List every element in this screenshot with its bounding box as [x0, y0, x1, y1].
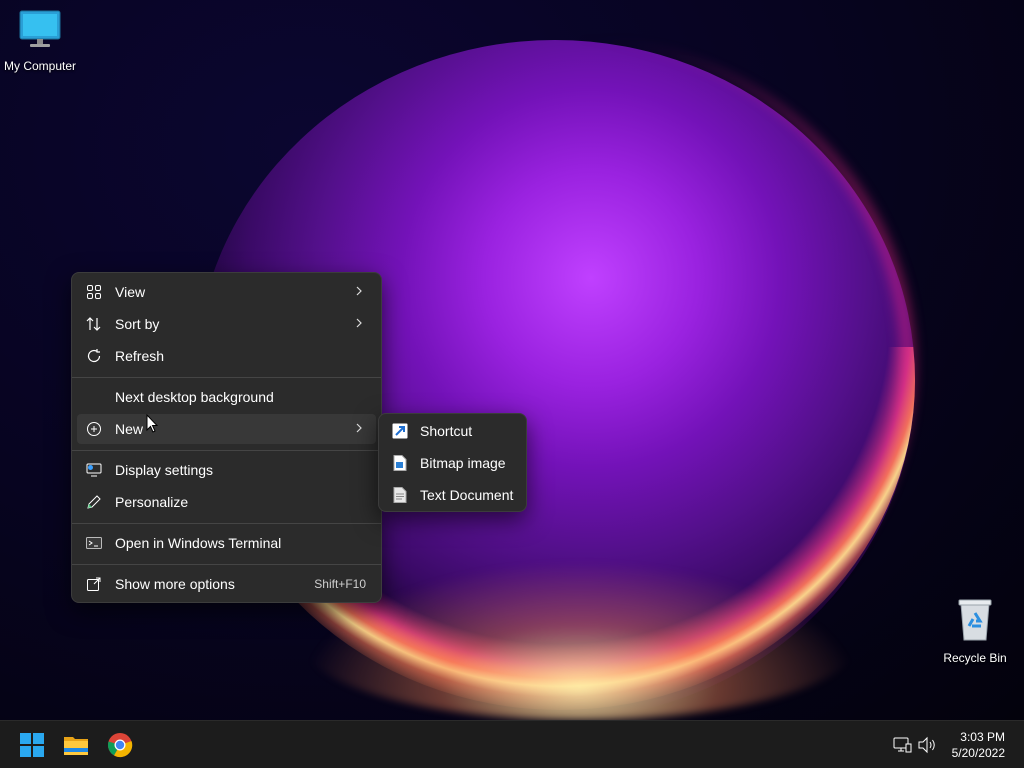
pen-icon — [87, 495, 101, 509]
submenu-item-label: Shortcut — [420, 423, 473, 439]
view-grid-icon — [87, 285, 101, 299]
desktop-icon-label: Recycle Bin — [943, 651, 1007, 665]
menu-item-label: Sort by — [115, 316, 160, 332]
display-settings-icon — [86, 463, 102, 477]
bitmap-file-icon — [393, 455, 407, 471]
submenu-item-shortcut[interactable]: Shortcut — [384, 416, 521, 446]
menu-item-next-background[interactable]: Next desktop background — [77, 382, 376, 412]
chrome-button[interactable] — [104, 729, 136, 761]
menu-item-label: Display settings — [115, 462, 214, 478]
chevron-right-icon — [356, 423, 362, 433]
menu-item-refresh[interactable]: Refresh — [77, 341, 376, 371]
chrome-icon — [107, 733, 133, 758]
shortcut-icon — [392, 423, 408, 439]
submenu-item-label: Text Document — [420, 487, 514, 503]
text-file-icon — [393, 487, 407, 503]
new-submenu: Shortcut Bitmap image Text Document — [378, 413, 527, 512]
start-button[interactable] — [16, 729, 48, 761]
submenu-item-label: Bitmap image — [420, 455, 506, 471]
desktop[interactable]: My Computer Recycle Bin View Sort by Ref… — [0, 0, 1024, 720]
menu-item-open-terminal[interactable]: Open in Windows Terminal — [77, 528, 376, 558]
menu-item-sort-by[interactable]: Sort by — [77, 309, 376, 339]
clock-time: 3:03 PM — [960, 730, 1005, 744]
submenu-item-bitmap[interactable]: Bitmap image — [384, 448, 521, 478]
mouse-cursor-icon — [146, 414, 158, 433]
file-explorer-icon — [64, 737, 88, 755]
sort-icon — [86, 317, 101, 331]
file-explorer-button[interactable] — [60, 729, 92, 761]
desktop-icon-my-computer[interactable]: My Computer — [0, 10, 80, 73]
menu-separator — [72, 523, 381, 524]
menu-item-label: Personalize — [115, 494, 189, 510]
add-circle-icon — [87, 422, 101, 436]
desktop-context-menu: View Sort by Refresh Next desktop backgr… — [71, 272, 382, 603]
menu-item-label: Next desktop background — [115, 389, 274, 405]
clock-date: 5/20/2022 — [951, 746, 1005, 760]
monitor-icon — [19, 10, 61, 47]
menu-separator — [72, 450, 381, 451]
menu-item-label: New — [115, 421, 144, 437]
taskbar: 3:03 PM 5/20/2022 — [0, 720, 1024, 768]
menu-separator — [72, 564, 381, 565]
submenu-item-text-document[interactable]: Text Document — [384, 480, 521, 510]
menu-item-label: Refresh — [115, 348, 165, 364]
menu-item-personalize[interactable]: Personalize — [77, 487, 376, 517]
menu-separator — [72, 377, 381, 378]
start-icon — [20, 733, 44, 757]
menu-item-display-settings[interactable]: Display settings — [77, 455, 376, 485]
terminal-icon — [86, 537, 102, 549]
menu-item-show-more-options[interactable]: Show more options Shift+F10 — [77, 569, 376, 599]
menu-item-label: Open in Windows Terminal — [115, 535, 282, 551]
chevron-right-icon — [356, 286, 362, 296]
open-external-icon — [87, 577, 101, 591]
desktop-icon-recycle-bin[interactable]: Recycle Bin — [935, 598, 1015, 665]
menu-item-view[interactable]: View — [77, 277, 376, 307]
system-clock[interactable]: 3:03 PM 5/20/2022 — [952, 729, 1005, 761]
wallpaper-glow — [300, 560, 860, 720]
network-icon[interactable] — [892, 735, 912, 755]
menu-item-label: View — [115, 284, 146, 300]
keyboard-shortcut: Shift+F10 — [314, 577, 366, 591]
chevron-right-icon — [356, 318, 362, 328]
menu-item-label: Show more options — [115, 576, 235, 592]
desktop-icon-label: My Computer — [3, 59, 77, 73]
refresh-icon — [87, 349, 101, 363]
recycle-bin-icon — [958, 599, 992, 641]
volume-icon[interactable] — [917, 735, 937, 755]
menu-item-new[interactable]: New — [77, 414, 376, 444]
